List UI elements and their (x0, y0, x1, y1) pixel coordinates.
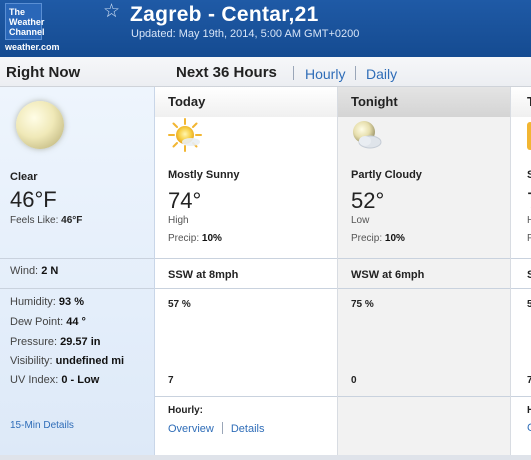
hourly-tab[interactable]: Hourly (305, 66, 345, 82)
divider (338, 288, 510, 289)
daily-tab[interactable]: Daily (366, 66, 397, 82)
mostly-sunny-icon (168, 118, 202, 152)
tomorrow-title: T (527, 94, 531, 109)
weather-channel-logo[interactable]: The Weather Channel weather.com (5, 3, 63, 53)
divider (0, 288, 154, 289)
wind-value: 2 N (41, 265, 59, 277)
today-uv-index: 7 (168, 375, 174, 386)
feels-like-label: Feels Like: (10, 215, 59, 226)
humidity-value: 93 % (58, 296, 84, 308)
tomorrow-link[interactable]: C (527, 422, 531, 434)
tomorrow-condition: S (527, 169, 531, 181)
today-title: Today (168, 94, 206, 109)
pressure-value: 29.57 in (60, 336, 101, 348)
divider (155, 258, 337, 259)
partly-cloudy-night-icon (353, 121, 382, 149)
tomorrow-header: T (511, 87, 531, 117)
divider (155, 396, 337, 397)
dew-point-label: Dew Point: (10, 316, 64, 328)
updated-timestamp: Updated: May 19th, 2014, 5:00 AM GMT+020… (131, 28, 360, 40)
dew-point-stat: Dew Point: 44 ° (10, 316, 86, 328)
divider (511, 258, 531, 259)
tonight-column: Tonight Partly Cloudy 52° Low Precip: 10… (338, 87, 511, 455)
logo-line-2: Weather (9, 17, 45, 27)
pressure-label: Pressure: (10, 336, 58, 348)
divider (511, 288, 531, 289)
today-wind: SSW at 8mph (168, 269, 239, 281)
overview-link[interactable]: Overview (168, 423, 214, 435)
divider (338, 258, 510, 259)
today-precip: Precip: 10% (168, 233, 222, 244)
tomorrow-weather-icon (527, 122, 531, 150)
tonight-humidity: 75 % (351, 299, 374, 310)
tonight-precip-value: 10% (384, 233, 405, 244)
tomorrow-hourly-label: H (527, 405, 531, 416)
tonight-title: Tonight (351, 94, 398, 109)
logo-line-1: The (9, 7, 26, 17)
logo-box: The Weather Channel (5, 3, 45, 40)
full-moon-icon (16, 101, 64, 149)
forecast-nav: Right Now Next 36 Hours Hourly Daily (0, 57, 531, 87)
visibility-stat: Visibility: undefined mi (10, 355, 124, 367)
right-now-heading: Right Now (6, 64, 81, 81)
tomorrow-temperature: 7 (527, 188, 531, 214)
hourly-label: Hourly: (168, 405, 203, 416)
today-temperature: 74° (168, 188, 202, 213)
tomorrow-wind: S (527, 269, 531, 281)
tonight-low-label: Low (351, 215, 370, 226)
bottom-border (0, 455, 531, 460)
link-divider (221, 422, 223, 434)
tonight-condition: Partly Cloudy (351, 169, 422, 181)
feels-like: Feels Like: 46°F (10, 215, 82, 226)
tonight-uv-index: 0 (351, 375, 357, 386)
today-column: Today Mostly Sunny 74° High Precip: 10% … (155, 87, 338, 455)
tomorrow-hl: H (527, 215, 531, 226)
today-precip-value: 10% (201, 233, 222, 244)
tonight-precip: Precip: 10% (351, 233, 405, 244)
divider (338, 396, 510, 397)
wind-label: Wind: (10, 265, 39, 277)
tonight-wind: WSW at 6mph (351, 269, 425, 281)
current-condition: Clear (10, 171, 38, 183)
tomorrow-humidity: 5 (527, 299, 531, 310)
divider (511, 396, 531, 397)
pressure-stat: Pressure: 29.57 in (10, 336, 101, 348)
location-title: Zagreb - Centar,21 (130, 3, 319, 26)
tonight-header: Tonight (338, 87, 510, 117)
right-now-panel: Clear 46°F Feels Like: 46°F Wind: 2 N Hu… (0, 87, 155, 455)
nav-divider (293, 66, 294, 80)
humidity-label: Humidity: (10, 296, 56, 308)
tomorrow-precip: P (527, 233, 531, 244)
current-temperature: 46°F (10, 187, 57, 212)
divider (0, 258, 154, 259)
tonight-temperature: 52° (351, 188, 385, 213)
tomorrow-uv: 7 (527, 375, 531, 386)
divider (155, 288, 337, 289)
next-36-hours-tab[interactable]: Next 36 Hours (176, 64, 277, 81)
tonight-precip-label: Precip: (351, 233, 383, 244)
uv-index-label: UV Index: (10, 374, 59, 386)
today-high-label: High (168, 215, 189, 226)
tomorrow-column-partial: T S 7 H P S 5 7 H C (511, 87, 531, 455)
uv-index-stat: UV Index: 0 - Low (10, 374, 99, 386)
humidity-stat: Humidity: 93 % (10, 296, 84, 308)
wind-stat: Wind: 2 N (10, 265, 58, 277)
visibility-value: undefined mi (55, 355, 125, 367)
today-humidity: 57 % (168, 299, 191, 310)
nav-divider (355, 66, 356, 80)
today-precip-label: Precip: (168, 233, 200, 244)
logo-line-3: Channel (9, 27, 45, 37)
visibility-label: Visibility: (10, 355, 53, 367)
15-min-details-link[interactable]: 15-Min Details (10, 420, 74, 431)
uv-index-value: 0 - Low (61, 374, 100, 386)
today-condition: Mostly Sunny (168, 169, 240, 181)
today-header: Today (155, 87, 337, 117)
dew-point-value: 44 ° (66, 316, 86, 328)
feels-like-value: 46°F (61, 215, 83, 226)
star-outline-icon[interactable]: ☆ (103, 2, 120, 21)
logo-url: weather.com (5, 42, 60, 52)
hourly-links: Overview Details (168, 422, 264, 435)
details-link[interactable]: Details (231, 423, 265, 435)
site-header: The Weather Channel weather.com ☆ Zagreb… (0, 0, 531, 57)
